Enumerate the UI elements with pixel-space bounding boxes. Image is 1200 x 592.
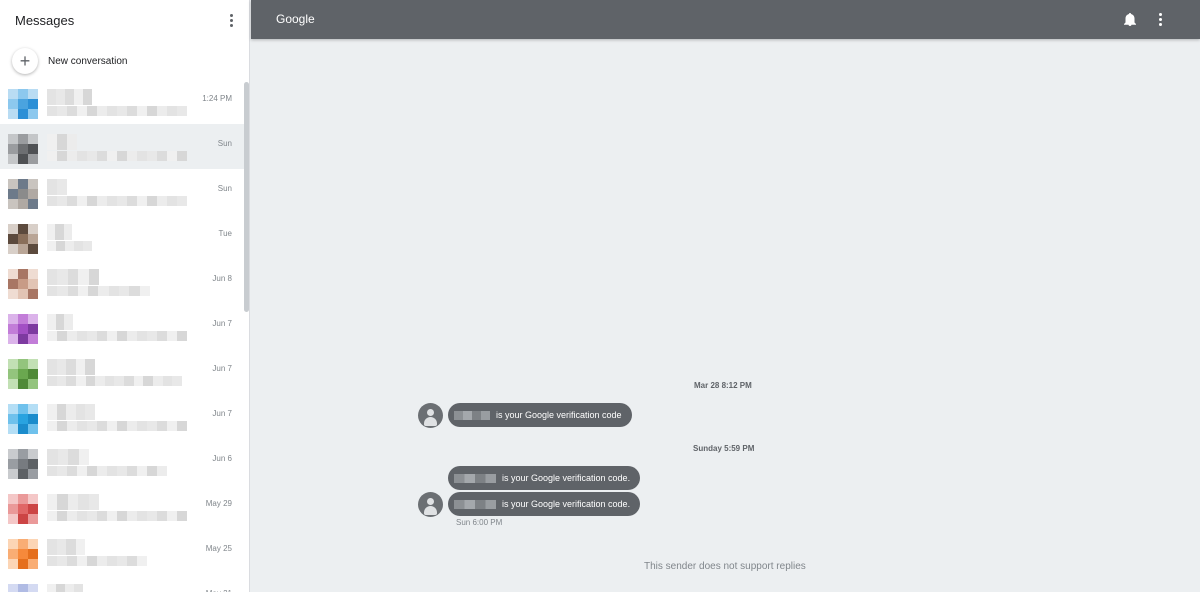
message-timestamp: Sun 6:00 PM	[456, 518, 503, 527]
no-reply-notice: This sender does not support replies	[644, 561, 806, 572]
person-icon	[418, 403, 443, 428]
message-text: is your Google verification code.	[502, 473, 631, 483]
conversation-sidebar: Messages + New conversation 1:24 PM Sun Su…	[0, 0, 250, 592]
redacted-contact-name	[47, 359, 95, 375]
bell-icon[interactable]	[1124, 13, 1136, 26]
contact-avatar	[8, 404, 38, 434]
conversation-time: Sun	[217, 139, 232, 148]
conversation-item[interactable]: Jun 7	[0, 304, 244, 349]
conversation-item[interactable]: Jun 7	[0, 394, 244, 439]
conversation-time: May 29	[205, 499, 232, 508]
redacted-contact-name	[47, 269, 99, 285]
conversation-time: Sun	[217, 184, 232, 193]
contact-avatar	[8, 494, 38, 524]
redacted-contact-name	[47, 494, 99, 510]
contact-avatar	[8, 89, 38, 119]
conversation-item[interactable]: May 21	[0, 574, 244, 592]
redacted-contact-name	[47, 539, 85, 555]
redacted-code	[454, 499, 496, 509]
add-icon: +	[12, 48, 38, 74]
redacted-message-preview	[47, 151, 187, 161]
redacted-code	[454, 410, 490, 420]
conversation-item[interactable]: May 29	[0, 484, 244, 529]
more-vert-icon[interactable]	[223, 12, 239, 28]
contact-avatar	[8, 584, 38, 592]
redacted-message-preview	[47, 196, 187, 206]
conversation-list: 1:24 PM Sun Sun Tue Jun 8 Jun 7 Jun 7 Jun 7 Jun …	[0, 79, 244, 592]
conversation-item[interactable]: Sun	[0, 169, 244, 214]
date-separator: Mar 28 8:12 PM	[694, 381, 752, 390]
redacted-contact-name	[47, 134, 77, 150]
person-icon	[418, 492, 443, 517]
redacted-code	[454, 473, 496, 483]
redacted-message-preview	[47, 331, 187, 341]
redacted-message-preview	[47, 421, 187, 431]
redacted-message-preview	[47, 376, 182, 386]
redacted-message-preview	[47, 241, 92, 251]
redacted-contact-name	[47, 224, 72, 240]
new-conversation-label: New conversation	[48, 55, 128, 67]
contact-avatar	[8, 359, 38, 389]
sidebar-header: Messages	[0, 0, 249, 40]
conversation-item[interactable]: Tue	[0, 214, 244, 259]
message-bubble[interactable]: is your Google verification code.	[448, 492, 641, 516]
conversation-time: 1:24 PM	[202, 94, 232, 103]
conversation-time: Jun 7	[212, 364, 232, 373]
redacted-message-preview	[47, 106, 187, 116]
new-conversation-button[interactable]: + New conversation	[0, 40, 249, 82]
contact-avatar	[8, 269, 38, 299]
contact-avatar	[8, 134, 38, 164]
conversation-item[interactable]: 1:24 PM	[0, 79, 244, 124]
redacted-message-preview	[47, 511, 187, 521]
redacted-contact-name	[47, 179, 67, 195]
conversation-time: Tue	[218, 229, 233, 238]
date-separator: Sunday 5:59 PM	[693, 444, 755, 453]
contact-name: Google	[276, 12, 315, 26]
redacted-contact-name	[47, 89, 92, 105]
redacted-message-preview	[47, 286, 150, 296]
contact-avatar	[8, 449, 38, 479]
thread-more-vert-icon[interactable]	[1152, 11, 1168, 27]
message-text: is your Google verification code.	[502, 499, 631, 509]
redacted-contact-name	[47, 449, 89, 465]
contact-avatar	[8, 314, 38, 344]
redacted-contact-name	[47, 584, 83, 592]
contact-avatar	[8, 179, 38, 209]
conversation-item[interactable]: Jun 7	[0, 349, 244, 394]
thread-header: Google	[251, 0, 1200, 39]
sidebar-scrollbar[interactable]	[244, 82, 249, 312]
conversation-time: Jun 7	[212, 409, 232, 418]
message-bubble[interactable]: is your Google verification code	[448, 403, 632, 427]
contact-avatar	[8, 539, 38, 569]
sidebar-title: Messages	[15, 12, 75, 28]
message-text: is your Google verification code	[496, 410, 622, 420]
conversation-time: Jun 8	[212, 274, 232, 283]
conversation-time: Jun 7	[212, 319, 232, 328]
redacted-contact-name	[47, 404, 95, 420]
redacted-message-preview	[47, 466, 167, 476]
conversation-item[interactable]: May 25	[0, 529, 244, 574]
redacted-message-preview	[47, 556, 147, 566]
conversation-item[interactable]: Sun	[0, 124, 244, 169]
conversation-item[interactable]: Jun 6	[0, 439, 244, 484]
redacted-contact-name	[47, 314, 73, 330]
contact-avatar	[8, 224, 38, 254]
conversation-item[interactable]: Jun 8	[0, 259, 244, 304]
conversation-time: May 25	[205, 544, 232, 553]
conversation-time: Jun 6	[212, 454, 232, 463]
message-bubble[interactable]: is your Google verification code.	[448, 466, 641, 490]
